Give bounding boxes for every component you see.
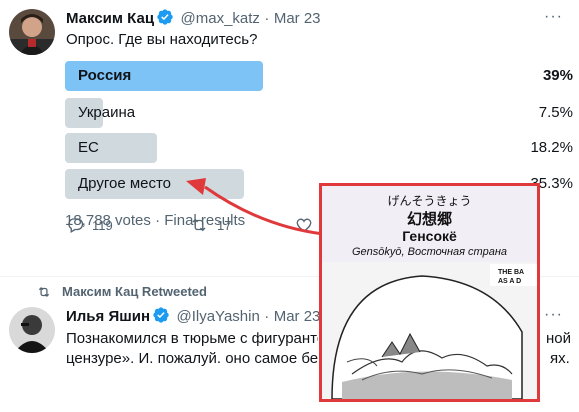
author-name[interactable]: Илья Яшин (66, 308, 150, 325)
retweet-banner: Максим Кац Retweeted (36, 284, 207, 299)
author-handle[interactable]: @IlyaYashin (176, 308, 259, 325)
separator: · (155, 212, 161, 229)
tweet-header: Илья Яшин @IlyaYashin · Mar 23 (66, 306, 320, 329)
annotation-title: Генсокё (402, 228, 457, 244)
author-handle[interactable]: @max_katz (181, 10, 260, 27)
verified-badge-icon (156, 8, 174, 31)
poll-option: ЕС 18.2% (65, 133, 573, 163)
avatar[interactable] (9, 9, 55, 55)
more-options-icon[interactable]: ··· (544, 306, 563, 324)
poll-option-percent: 18.2% (530, 139, 573, 156)
poll-option-label: Другое место (78, 175, 172, 192)
annotation-kana: げんそうきょう (387, 194, 472, 208)
poll-option-percent: 7.5% (538, 104, 573, 121)
retweet-small-icon (38, 286, 50, 297)
reply-icon (68, 218, 84, 233)
poll-option-label: Украина (78, 104, 136, 121)
tweet-header: Максим Кац @max_katz · Mar 23 (66, 8, 321, 31)
retweet-icon (192, 218, 206, 232)
author-name[interactable]: Максим Кац (66, 10, 154, 27)
retweet-count: 17 (217, 217, 232, 233)
reply-count: 119 (92, 217, 113, 233)
avatar[interactable] (9, 307, 55, 353)
tweet-text-line-end: ной (546, 330, 572, 347)
more-options-icon[interactable]: ··· (544, 8, 563, 26)
poll-option-label: Россия (78, 67, 132, 84)
annotation-image: げんそうきょう 幻想郷 Генсокё Gensōkyō, Восточная … (319, 183, 540, 402)
annotation-caption: Gensōkyō, Восточная страна (352, 246, 507, 258)
tweet-text-line: Познакомился в тюрьме с фигурантом (66, 330, 318, 347)
annotation-kanji: 幻想郷 (406, 210, 452, 228)
reply-button[interactable]: 119 (66, 216, 113, 234)
tweet-date[interactable]: Mar 23 (274, 308, 321, 325)
heart-icon (296, 218, 312, 232)
separator: · (264, 308, 270, 325)
retweet-button[interactable]: 17 (189, 216, 231, 234)
tweet-text: Опрос. Где вы находитесь? (66, 31, 258, 48)
manga-speech-text: THE BA (498, 269, 525, 276)
tweet-date[interactable]: Mar 23 (274, 10, 321, 27)
manga-speech-text: AS A D (498, 278, 522, 285)
like-button[interactable] (295, 216, 313, 234)
tweet-text-line: цензуре». И. пожалуй. оно самое без (66, 350, 318, 367)
poll-option: Украина 7.5% (65, 98, 573, 128)
retweet-banner-text[interactable]: Максим Кац Retweeted (62, 284, 207, 299)
tweet-text-line-end: ях. (550, 350, 570, 367)
verified-badge-icon (152, 306, 170, 329)
separator: · (264, 10, 270, 27)
poll-option-percent: 39% (542, 67, 573, 84)
poll-option-label: ЕС (78, 139, 99, 156)
poll-option: Россия 39% (65, 61, 573, 91)
